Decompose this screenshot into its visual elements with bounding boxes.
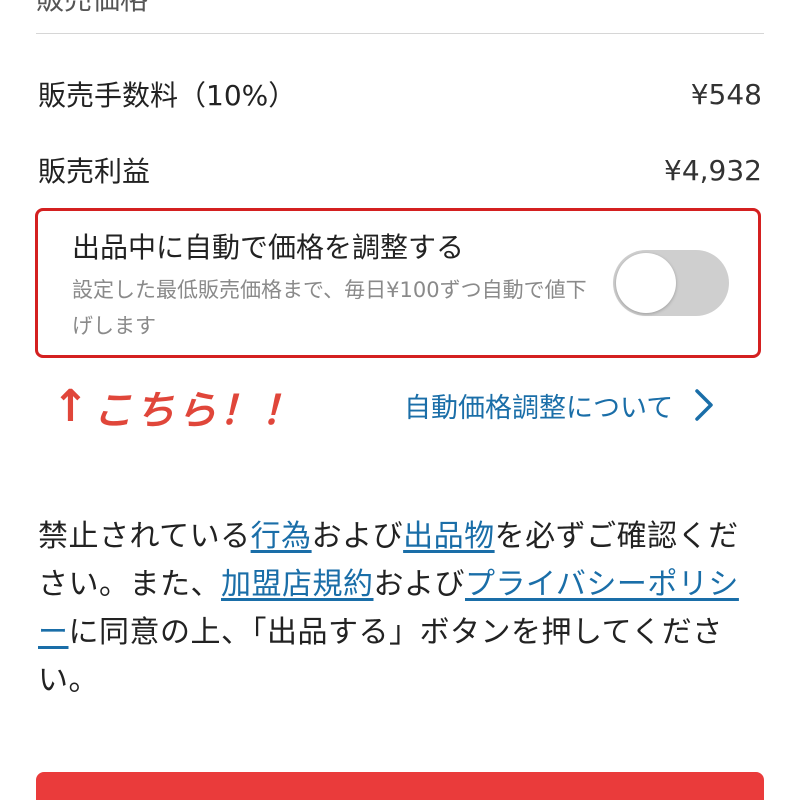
auto-price-toggle[interactable] bbox=[613, 250, 729, 316]
auto-price-description: 設定した最低販売価格まで、毎日¥100ずつ自動で値下げします bbox=[72, 278, 587, 338]
notice-text-2: および bbox=[311, 519, 404, 554]
divider bbox=[36, 33, 764, 34]
listing-page: 販売価格 販売手数料（10%） ¥548 販売利益 ¥4,932 出品中に自動で… bbox=[0, 0, 800, 800]
sales-profit-row: 販売利益 ¥4,932 bbox=[38, 148, 762, 192]
sales-profit-label: 販売利益 bbox=[38, 155, 151, 188]
toggle-knob bbox=[616, 253, 676, 313]
about-auto-price-link[interactable]: 自動価格調整について bbox=[404, 383, 719, 427]
up-arrow-icon: ↑ bbox=[52, 381, 89, 432]
cut-off-row-label: 販売価格 bbox=[36, 0, 148, 18]
sales-fee-label: 販売手数料（10%） bbox=[38, 79, 297, 112]
notice-text-1: 禁止されている bbox=[38, 519, 251, 554]
prohibited-acts-link[interactable]: 行為 bbox=[251, 519, 312, 554]
auto-price-title: 出品中に自動で価格を調整する bbox=[72, 231, 465, 264]
terms-notice: 禁止されている行為および出品物を必ずご確認ください。また、加盟店規約およびプライ… bbox=[38, 513, 766, 705]
chevron-right-icon bbox=[695, 389, 713, 421]
notice-text-5: に同意の上、「出品する」ボタンを押してください。 bbox=[38, 615, 723, 698]
annotation-text: こちら！！ bbox=[92, 388, 303, 434]
submit-listing-button[interactable] bbox=[36, 772, 764, 800]
notice-text-4: および bbox=[373, 567, 465, 602]
sales-fee-row: 販売手数料（10%） ¥548 bbox=[38, 72, 762, 116]
merchant-terms-link[interactable]: 加盟店規約 bbox=[221, 567, 374, 602]
sales-profit-value: ¥4,932 bbox=[664, 153, 762, 187]
sales-fee-value: ¥548 bbox=[690, 77, 762, 111]
annotation-callout: ↑ こちら！！ bbox=[52, 372, 303, 442]
prohibited-items-link[interactable]: 出品物 bbox=[403, 519, 495, 554]
about-auto-price-label: 自動価格調整について bbox=[404, 392, 674, 424]
